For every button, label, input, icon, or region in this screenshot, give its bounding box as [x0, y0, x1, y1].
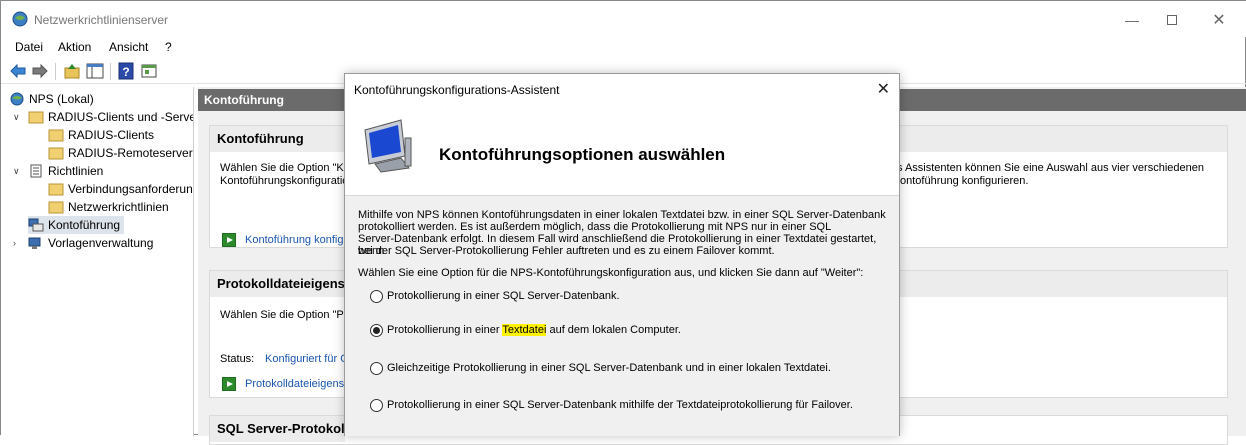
tree-item-radius-clients[interactable]: RADIUS-Clients — [48, 126, 154, 144]
dialog-description-line-1: Mithilfe von NPS können Kontoführungsdat… — [358, 209, 886, 221]
svg-text:?: ? — [122, 65, 129, 79]
tree-item-policies[interactable]: Richtlinien — [28, 162, 103, 180]
tree-item-nps-root[interactable]: NPS (Lokal) — [9, 90, 94, 108]
option-textfile-label[interactable]: Protokollierung in einer Textdatei auf d… — [387, 324, 681, 336]
option-textfile-label-part-2: auf dem lokalen Computer. — [546, 324, 681, 336]
tree-label-accounting: Kontoführung — [48, 218, 121, 232]
menu-datei[interactable]: Datei — [15, 40, 43, 54]
option-failover-label[interactable]: Protokollierung in einer SQL Server-Date… — [387, 399, 853, 411]
folder-icon — [48, 183, 64, 196]
maximize-button[interactable] — [1149, 7, 1195, 33]
expand-radius-icon[interactable]: ∨ — [13, 112, 20, 123]
forward-arrow-icon[interactable] — [31, 62, 49, 80]
tree-label-radius-remote: RADIUS-Remoteservergruppen — [68, 146, 193, 160]
logfile-panel-text: Wählen Sie die Option "Protokolldateieig… — [220, 309, 355, 321]
tree-item-radius-remote[interactable]: RADIUS-Remoteservergruppen — [48, 144, 193, 162]
menu-help[interactable]: ? — [165, 40, 172, 54]
tree-label-network-policies: Netzwerkrichtlinien — [68, 200, 169, 214]
folder-icon — [48, 129, 64, 142]
tree-item-templates[interactable]: Vorlagenverwaltung — [28, 234, 153, 252]
accounting-panel-text-left-2: Kontoführungskonfiguration — [220, 175, 355, 187]
folder-icon — [48, 201, 64, 214]
option-sql-radio[interactable] — [370, 290, 383, 303]
status-label: Status: — [220, 353, 255, 365]
tree-label-connection-requests: Verbindungsanforderungsrichtlinien — [68, 182, 193, 196]
navigation-tree: NPS (Lokal) ∨ RADIUS-Clients und -Server… — [1, 87, 194, 436]
accounting-wizard-dialog: Kontoführungskonfigurations-Assistent ✕ … — [344, 73, 900, 436]
dialog-description-line-2: protokolliert werden. Es ist außerdem mö… — [358, 221, 832, 233]
main-window: Netzwerkrichtlinienserver — ✕ Datei Akti… — [0, 0, 1246, 445]
help-icon[interactable]: ? — [117, 62, 135, 80]
dialog-title: Kontoführungskonfigurations-Assistent — [354, 83, 560, 97]
policy-document-icon — [30, 164, 42, 178]
option-failover-radio[interactable] — [370, 399, 383, 412]
dialog-body: Mithilfe von NPS können Kontoführungsdat… — [345, 196, 899, 436]
tree-item-network-policies[interactable]: Netzwerkrichtlinien — [48, 198, 169, 216]
dialog-close-button[interactable]: ✕ — [877, 79, 890, 99]
expand-policies-icon[interactable]: ∨ — [13, 166, 20, 177]
accounting-panel-text-right-1: s Assistenten können Sie eine Auswahl au… — [897, 162, 1204, 174]
sql-panel-title: SQL Server-Protokollierungseigenschaften — [210, 416, 345, 442]
nps-app-icon — [12, 11, 28, 27]
folder-icon — [28, 111, 44, 124]
green-arrow-icon — [222, 377, 236, 391]
computer-monitor-icon — [364, 119, 412, 173]
show-tree-icon[interactable] — [86, 62, 104, 80]
tree-item-radius-group[interactable]: RADIUS-Clients und -Server — [28, 108, 193, 126]
option-textfile-radio[interactable] — [370, 324, 383, 337]
tree-label-nps-root: NPS (Lokal) — [29, 92, 94, 106]
tree-item-connection-requests[interactable]: Verbindungsanforderungsrichtlinien — [48, 180, 193, 198]
status-value-link[interactable]: Konfiguriert für C: — [265, 353, 345, 365]
configure-accounting-link[interactable]: Kontoführung konfigurieren — [245, 234, 345, 246]
tree-label-radius-clients: RADIUS-Clients — [68, 128, 155, 142]
nps-server-icon — [10, 92, 24, 106]
menu-ansicht[interactable]: Ansicht — [109, 40, 148, 54]
up-folder-icon[interactable] — [63, 62, 81, 80]
properties-icon[interactable] — [140, 62, 158, 80]
dialog-prompt: Wählen Sie eine Option für die NPS-Konto… — [358, 267, 864, 279]
window-title: Netzwerkrichtlinienserver — [34, 13, 169, 27]
tree-item-accounting[interactable]: Kontoführung — [28, 216, 125, 234]
folder-icon — [48, 147, 64, 160]
option-sql-label[interactable]: Protokollierung in einer SQL Server-Date… — [387, 290, 620, 302]
change-logfile-properties-link[interactable]: Protokolldateieigenschaften ändern — [245, 378, 345, 390]
accounting-panel-text-right-2: ontoführung konfigurieren. — [900, 175, 1029, 187]
menu-bar: Datei Aktion Ansicht ? — [1, 37, 1246, 58]
expand-templates-icon[interactable]: › — [13, 238, 16, 248]
option-textfile-label-part-1: Protokollierung in einer — [387, 324, 503, 336]
tree-label-templates: Vorlagenverwaltung — [48, 236, 154, 250]
accounting-panel-text-left-1: Wählen Sie die Option "Kontoführung konf… — [220, 162, 355, 174]
dialog-heading: Kontoführungsoptionen auswählen — [439, 145, 726, 164]
dialog-banner: Kontoführungsoptionen auswählen — [345, 102, 899, 196]
option-both-radio[interactable] — [370, 362, 383, 375]
maximize-icon — [1167, 15, 1177, 25]
option-both-label[interactable]: Gleichzeitige Protokollierung in einer S… — [387, 362, 831, 374]
green-arrow-icon — [222, 233, 236, 247]
tree-label-policies: Richtlinien — [48, 164, 104, 178]
accounting-icon — [28, 218, 44, 232]
option-textfile-highlight: Textdatei — [502, 324, 547, 336]
templates-icon — [28, 237, 41, 249]
back-arrow-icon[interactable] — [9, 62, 27, 80]
menu-aktion[interactable]: Aktion — [58, 40, 91, 54]
close-window-button[interactable]: ✕ — [1196, 7, 1242, 33]
dialog-description-line-4: bei der SQL Server-Protokollierung Fehle… — [358, 245, 775, 257]
tree-label-radius-group: RADIUS-Clients und -Server — [48, 110, 193, 124]
title-bar: Netzwerkrichtlinienserver — ✕ — [1, 1, 1246, 37]
